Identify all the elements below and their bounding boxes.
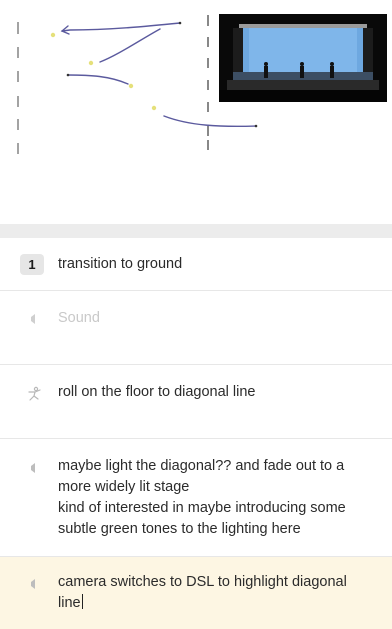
marker-dot xyxy=(88,60,94,66)
movement-path-3[interactable] xyxy=(67,74,129,85)
camera-note-input[interactable]: camera switches to DSL to highlight diag… xyxy=(58,572,378,614)
stage-illustration xyxy=(219,14,387,102)
sound-input-placeholder[interactable]: Sound xyxy=(58,308,378,329)
movement-note[interactable]: roll on the floor to diagonal line xyxy=(58,382,378,403)
note-line: maybe light the diagonal?? and fade out … xyxy=(58,458,345,474)
cue-row-1[interactable]: 1 transition to ground xyxy=(0,238,392,291)
note-line: camera switches to DSL to highlight diag… xyxy=(58,574,347,590)
movement-path-2[interactable] xyxy=(99,28,161,63)
choreography-canvas[interactable] xyxy=(0,0,392,224)
speaker-icon xyxy=(26,311,44,327)
position-markers[interactable] xyxy=(50,32,157,111)
note-line: subtle green tones to the lighting here xyxy=(58,521,301,537)
cue-row-camera-active[interactable]: camera switches to DSL to highlight diag… xyxy=(0,557,392,629)
cue-title[interactable]: transition to ground xyxy=(58,254,378,275)
speaker-icon xyxy=(26,460,44,476)
dancer-icon xyxy=(26,386,44,402)
path-node xyxy=(66,73,70,77)
path-node xyxy=(178,21,182,25)
path-node xyxy=(254,124,258,128)
text-cursor xyxy=(81,594,83,609)
note-line: line xyxy=(58,594,83,611)
marker-dot xyxy=(128,83,134,89)
panel-divider xyxy=(0,224,392,238)
marker-dot xyxy=(151,105,157,111)
note-line: kind of interested in maybe introducing … xyxy=(58,500,346,516)
cue-row-movement[interactable]: roll on the floor to diagonal line xyxy=(0,365,392,439)
stage-preview-image[interactable] xyxy=(219,14,387,102)
cue-list[interactable]: 1 transition to ground Sound roll on the… xyxy=(0,238,392,629)
marker-dot xyxy=(50,32,56,38)
note-line: more widely lit stage xyxy=(58,479,190,495)
speaker-icon xyxy=(26,576,44,592)
movement-path-1[interactable] xyxy=(61,22,181,32)
cue-number-badge: 1 xyxy=(20,254,44,275)
lighting-note[interactable]: maybe light the diagonal?? and fade out … xyxy=(58,456,378,540)
cue-row-lighting[interactable]: maybe light the diagonal?? and fade out … xyxy=(0,439,392,557)
cue-row-sound[interactable]: Sound xyxy=(0,291,392,365)
movement-path-4[interactable] xyxy=(163,115,257,128)
